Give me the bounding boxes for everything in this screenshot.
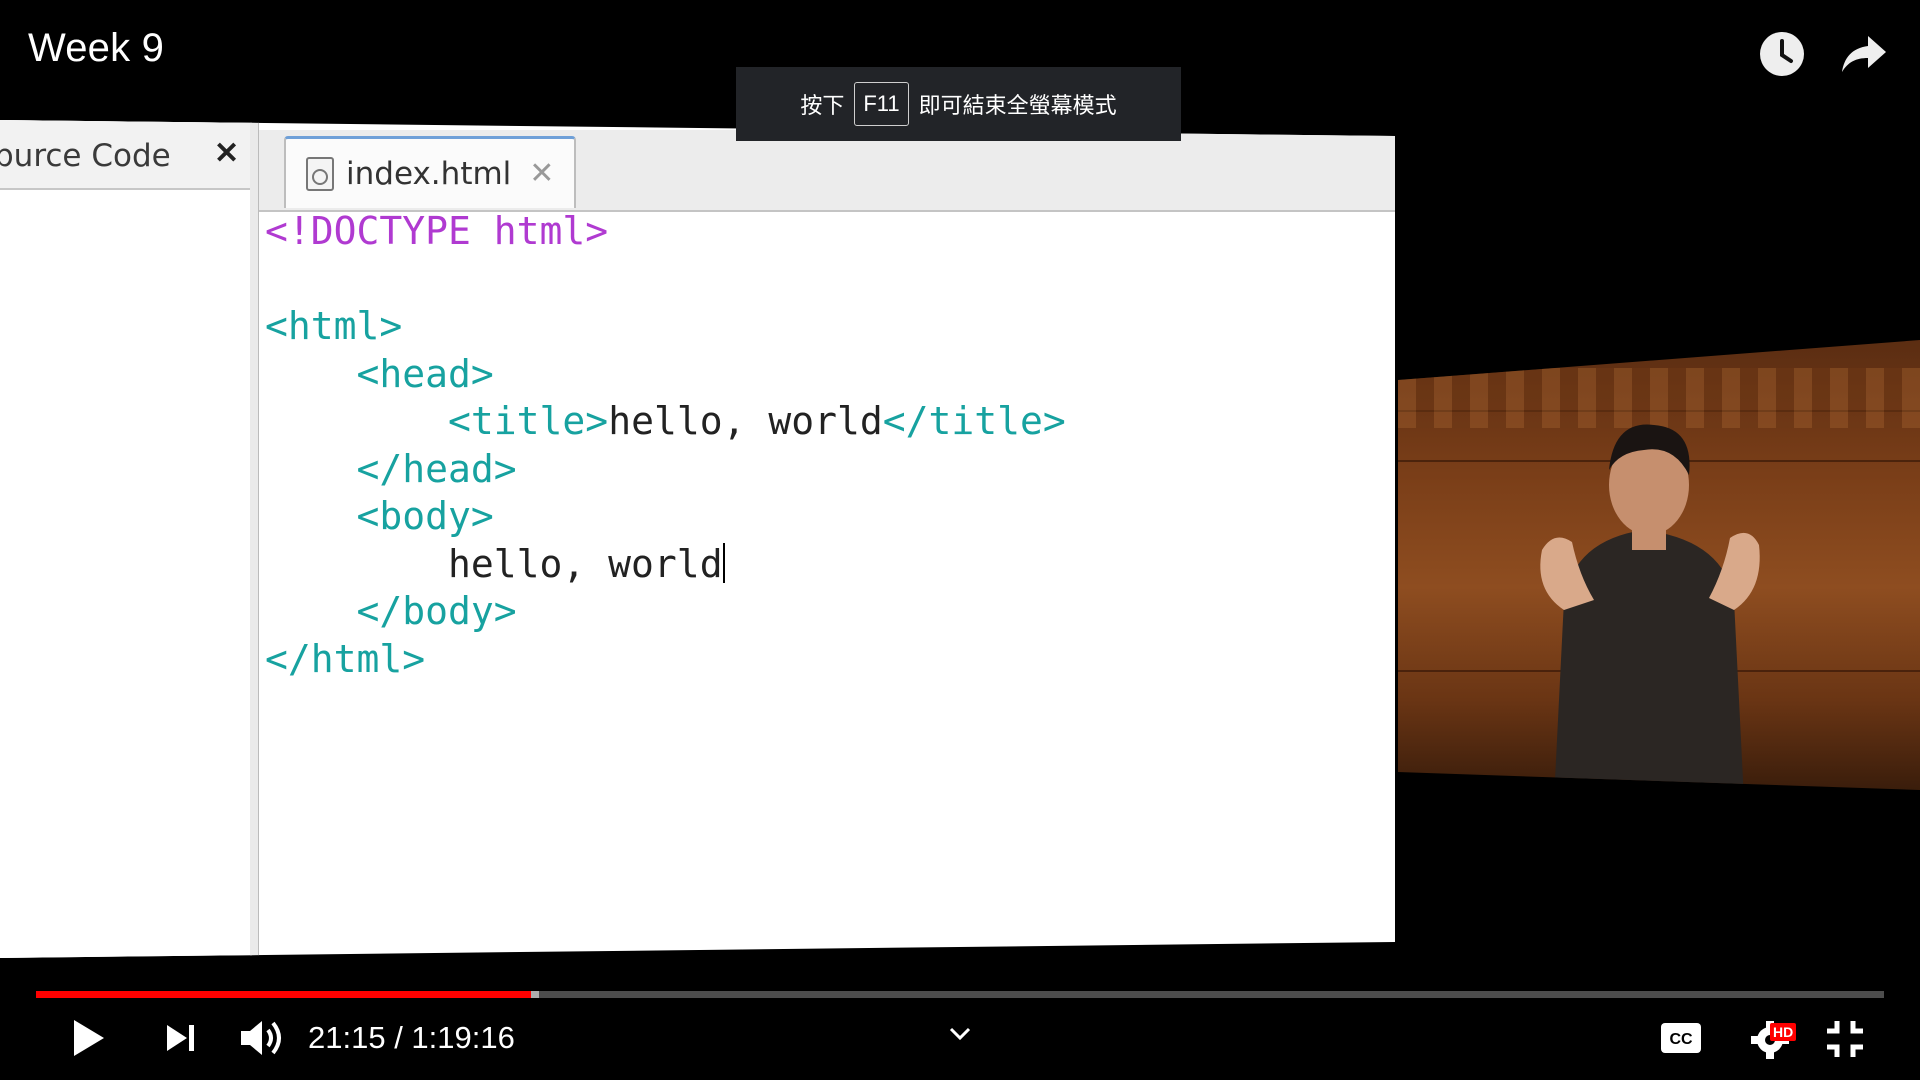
hd-badge: HD (1770, 1023, 1797, 1041)
share-arrow-icon (1842, 36, 1886, 72)
code-line: <title>hello, world</title> (265, 398, 1066, 446)
volume-icon (241, 1021, 281, 1055)
code-line: </html> (265, 636, 1066, 684)
chevron-button[interactable] (940, 1018, 980, 1050)
code-html-open: <html> (265, 304, 403, 348)
code-body-close: </body> (356, 589, 517, 633)
tab-index-html[interactable]: index.html ✕ (284, 136, 576, 208)
code-body-text: hello, world (448, 541, 723, 586)
code-line: <body> (265, 493, 1066, 541)
code-head-close: </head> (356, 446, 517, 491)
panel-splitter[interactable] (250, 120, 259, 958)
settings-button[interactable]: HD (1740, 1014, 1804, 1062)
fullscreen-toast: 按下 F11 即可結束全螢幕模式 (736, 67, 1181, 141)
code-title-text: hello, world (608, 399, 883, 443)
code-title-close: </title> (882, 399, 1066, 443)
tab-close-icon[interactable]: ✕ (529, 156, 554, 191)
speaker-figure (1540, 424, 1760, 790)
tab-bar: index.html ✕ (259, 130, 1395, 212)
video-title[interactable]: Week 9 (28, 26, 164, 71)
code-title-open: <title> (448, 399, 609, 443)
volume-button[interactable] (232, 1010, 292, 1066)
cc-icon: CC (1661, 1023, 1701, 1053)
code-line: </body> (265, 588, 1066, 636)
captions-button[interactable]: CC (1656, 1016, 1706, 1060)
source-panel-header: purce Code ✕ (0, 120, 250, 190)
play-button[interactable] (60, 1010, 116, 1066)
code-html-close: </html> (265, 636, 426, 681)
clock-icon (1760, 32, 1804, 76)
editor-window: purce Code ✕ index.html ✕ <!DOCTYPE html… (0, 120, 1395, 958)
code-head-open: <head> (356, 351, 494, 396)
code-line: hello, world (265, 541, 1066, 589)
close-icon[interactable]: ✕ (214, 136, 239, 171)
code-line: <head> (265, 351, 1066, 399)
toast-prefix: 按下 (800, 93, 845, 118)
cc-label: CC (1669, 1031, 1693, 1048)
next-icon (167, 1025, 194, 1051)
exit-fullscreen-button[interactable] (1820, 1014, 1870, 1064)
code-line: <!DOCTYPE html> (265, 208, 1066, 256)
time-display: 21:15 / 1:19:16 (308, 1020, 515, 1055)
toast-key: F11 (854, 82, 909, 126)
code-doctype: <!DOCTYPE html> (265, 209, 609, 253)
chevron-down-icon (949, 1027, 971, 1041)
tab-label: index.html (346, 155, 512, 192)
code-line: </head> (265, 446, 1066, 494)
code-body-open: <body> (356, 494, 494, 538)
next-button[interactable] (152, 1010, 208, 1066)
code-line: <html> (265, 303, 1066, 351)
speaker-video (1398, 340, 1920, 790)
share-button[interactable] (1838, 28, 1890, 80)
progress-played[interactable] (36, 991, 532, 998)
watch-later-button[interactable] (1756, 28, 1808, 80)
source-panel (0, 120, 252, 958)
toast-suffix: 即可結束全螢幕模式 (918, 93, 1117, 118)
text-caret (722, 542, 725, 583)
play-icon (74, 1020, 104, 1056)
source-panel-title: purce Code (0, 138, 171, 174)
exit-fullscreen-icon (1827, 1021, 1863, 1057)
file-icon (306, 156, 334, 191)
code-area[interactable]: <!DOCTYPE html> <html> <head> <title>hel… (265, 208, 1066, 683)
